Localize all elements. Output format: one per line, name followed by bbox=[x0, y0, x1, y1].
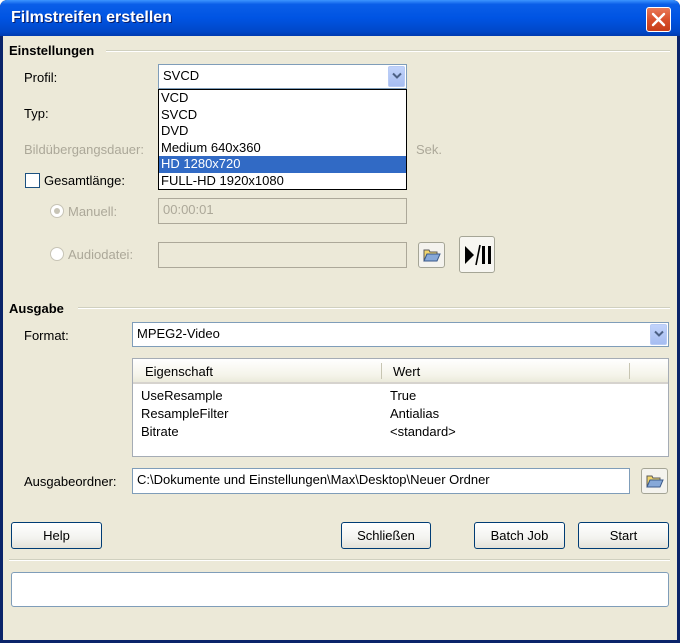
property-value-cell[interactable]: <standard> bbox=[390, 424, 456, 439]
profile-option[interactable]: DVD bbox=[159, 123, 406, 140]
profile-select-value: SVCD bbox=[163, 68, 200, 83]
audio-file-input[interactable] bbox=[158, 242, 407, 268]
type-label: Typ: bbox=[24, 106, 49, 121]
batch-job-button[interactable]: Batch Job bbox=[474, 522, 565, 549]
start-button[interactable]: Start bbox=[578, 522, 669, 549]
browse-folder-button[interactable] bbox=[641, 468, 668, 494]
property-name-cell[interactable]: UseResample bbox=[141, 388, 223, 403]
window-title: Filmstreifen erstellen bbox=[11, 9, 172, 26]
profile-option[interactable]: FULL-HD 1920x1080 bbox=[159, 173, 406, 190]
output-section-title: Ausgabe bbox=[9, 301, 64, 316]
folder-open-icon bbox=[646, 475, 664, 488]
transition-duration-label: Bildübergangsdauer: bbox=[24, 142, 144, 157]
total-length-label: Gesamtlänge: bbox=[44, 173, 125, 188]
format-label: Format: bbox=[24, 328, 69, 343]
manual-radio[interactable] bbox=[50, 204, 64, 218]
chevron-down-icon[interactable] bbox=[650, 324, 667, 345]
profile-option[interactable]: SVCD bbox=[159, 107, 406, 124]
profile-option[interactable]: Medium 640x360 bbox=[159, 140, 406, 157]
property-name-cell[interactable]: Bitrate bbox=[141, 424, 179, 439]
chevron-down-icon[interactable] bbox=[388, 66, 405, 87]
property-name-cell[interactable]: ResampleFilter bbox=[141, 406, 228, 421]
property-value-cell[interactable]: True bbox=[390, 388, 416, 403]
column-divider[interactable] bbox=[381, 363, 382, 379]
audio-file-radio[interactable] bbox=[50, 247, 64, 261]
output-folder-label: Ausgabeordner: bbox=[24, 474, 117, 489]
transition-unit-label: Sek. bbox=[416, 142, 443, 157]
column-header-value[interactable]: Wert bbox=[393, 364, 420, 379]
format-select[interactable]: MPEG2-Video bbox=[132, 322, 669, 347]
play-pause-button[interactable] bbox=[459, 236, 495, 273]
title-bar[interactable]: Filmstreifen erstellen bbox=[0, 0, 680, 36]
browse-audio-button[interactable] bbox=[418, 242, 445, 268]
profile-select[interactable]: SVCD bbox=[158, 64, 407, 89]
total-length-checkbox[interactable] bbox=[25, 173, 40, 188]
close-icon bbox=[651, 12, 666, 27]
dialog-client-area: Einstellungen Profil: SVCD Typ: Bildüber… bbox=[3, 36, 677, 640]
properties-table[interactable]: Eigenschaft Wert UseResample True Resamp… bbox=[132, 358, 669, 457]
profile-label: Profil: bbox=[24, 70, 58, 85]
output-folder-input[interactable]: C:\Dokumente und Einstellungen\Max\Deskt… bbox=[132, 468, 630, 494]
format-select-value: MPEG2-Video bbox=[137, 326, 220, 341]
manual-time-input[interactable]: 00:00:01 bbox=[158, 198, 407, 224]
manual-label: Manuell: bbox=[68, 204, 118, 219]
profile-option[interactable]: VCD bbox=[159, 90, 406, 107]
property-value-cell[interactable]: Antialias bbox=[390, 406, 439, 421]
close-window-button[interactable] bbox=[646, 7, 671, 32]
profile-dropdown-list[interactable]: VCD SVCD DVD Medium 640x360 HD 1280x720 … bbox=[158, 89, 407, 190]
status-box bbox=[11, 572, 669, 607]
output-divider bbox=[78, 307, 670, 309]
play-pause-icon bbox=[465, 244, 491, 266]
footer-divider bbox=[9, 559, 670, 561]
column-divider[interactable] bbox=[629, 363, 630, 379]
settings-section-title: Einstellungen bbox=[9, 43, 95, 58]
settings-divider bbox=[106, 50, 670, 52]
close-button[interactable]: Schließen bbox=[341, 522, 431, 549]
properties-table-header: Eigenschaft Wert bbox=[133, 359, 668, 384]
column-header-property[interactable]: Eigenschaft bbox=[145, 364, 213, 379]
audio-file-label: Audiodatei: bbox=[68, 247, 134, 262]
profile-option-highlighted[interactable]: HD 1280x720 bbox=[159, 156, 406, 173]
folder-open-icon bbox=[423, 249, 441, 262]
help-button[interactable]: Help bbox=[11, 522, 102, 549]
dialog-window: Filmstreifen erstellen Einstellungen Pro… bbox=[0, 0, 680, 643]
